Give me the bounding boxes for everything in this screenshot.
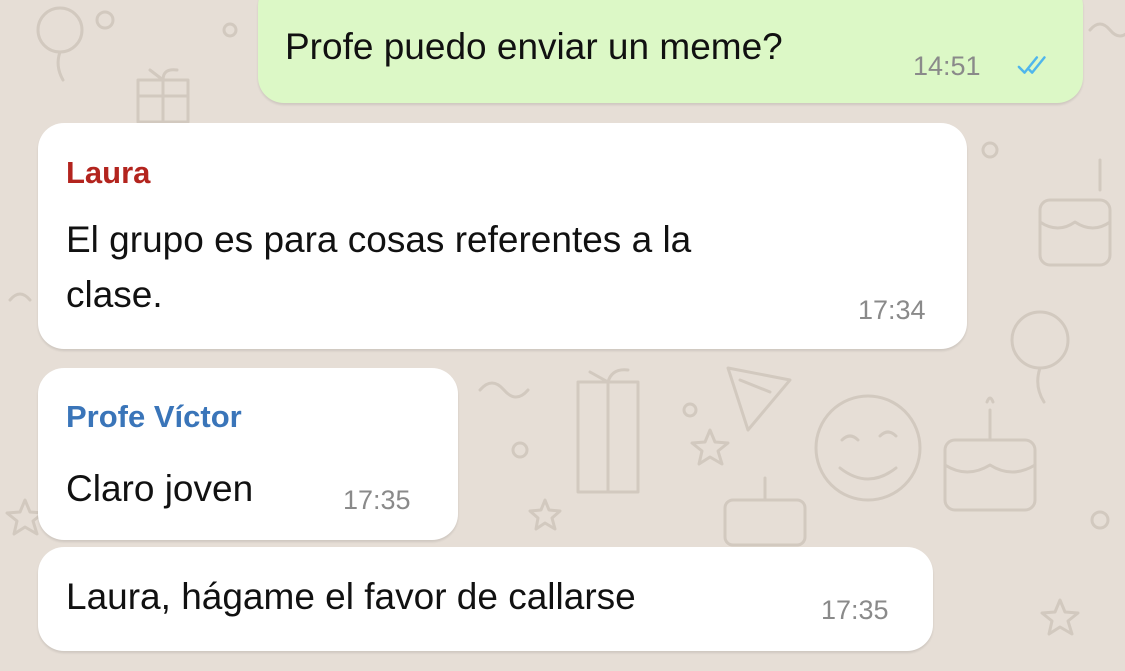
message-text-line: El grupo es para cosas referentes a la: [66, 219, 692, 260]
message-text: Laura, hágame el favor de callarse: [66, 576, 636, 617]
cake-doodle: [1038, 158, 1112, 267]
message-timestamp: 17:35: [343, 485, 411, 515]
cake-doodle: [723, 476, 807, 547]
cake-doodle: [943, 396, 1037, 512]
dot-doodle: [1090, 510, 1110, 530]
double-check-read-icon: [1017, 56, 1046, 74]
incoming-message-bubble[interactable]: Profe Víctor Claro joven 17:35: [38, 368, 458, 540]
incoming-message-bubble[interactable]: Laura, hágame el favor de callarse 17:35: [38, 547, 933, 651]
message-timestamp: 17:34: [858, 295, 926, 325]
star-doodle: [1040, 598, 1080, 636]
message-timestamp: 14:51: [913, 51, 981, 81]
message-timestamp: 17:35: [821, 595, 889, 625]
squiggle-doodle: [478, 381, 530, 399]
balloon-doodle: [36, 6, 84, 82]
incoming-message-bubble[interactable]: Laura El grupo es para cosas referentes …: [38, 123, 967, 349]
sender-name: Profe Víctor: [66, 399, 242, 434]
star-doodle: [690, 428, 730, 466]
star-doodle: [528, 498, 562, 531]
message-text-line: clase.: [66, 274, 163, 315]
squiggle-doodle: [1088, 22, 1125, 38]
gift-doodle: [576, 368, 640, 494]
dot-doodle: [222, 22, 238, 38]
sender-name: Laura: [66, 155, 151, 190]
party-hat-doodle: [726, 366, 792, 432]
dot-doodle: [981, 141, 999, 159]
outgoing-message-bubble[interactable]: Profe puedo enviar un meme? 14:51: [258, 0, 1083, 103]
dot-doodle: [95, 10, 115, 30]
gift-doodle: [136, 68, 190, 124]
balloon-doodle: [1010, 310, 1070, 404]
message-text: Claro joven: [66, 468, 254, 509]
smiley-doodle: [814, 394, 922, 502]
message-text: Profe puedo enviar un meme?: [285, 26, 783, 67]
squiggle-doodle: [8, 292, 32, 302]
dot-doodle: [682, 402, 698, 418]
dot-doodle: [511, 441, 529, 459]
